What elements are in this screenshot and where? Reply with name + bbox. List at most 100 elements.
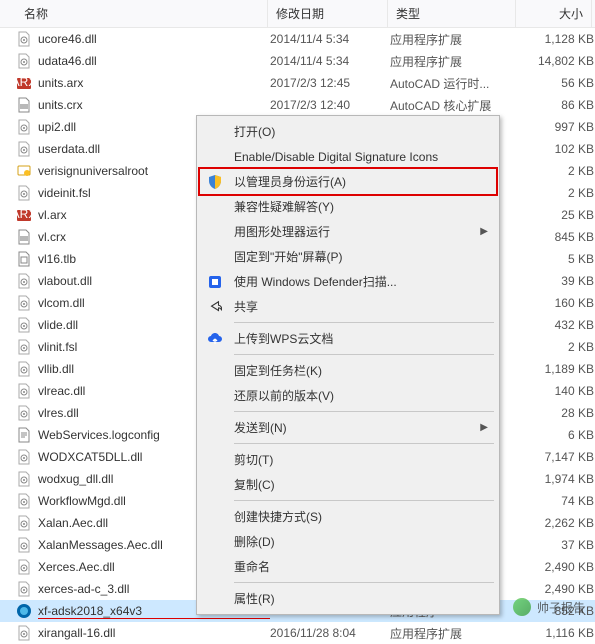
menu-open[interactable]: 打开(O)	[200, 119, 496, 144]
dll-file-icon	[16, 581, 32, 597]
dll-file-icon	[16, 625, 32, 641]
file-size: 37 KB	[518, 538, 594, 552]
menu-separator	[234, 322, 494, 323]
file-date: 2017/2/3 12:40	[270, 98, 390, 112]
header-date[interactable]: 修改日期	[268, 0, 388, 27]
txt-file-icon	[16, 427, 32, 443]
file-name: udata46.dll	[38, 54, 270, 68]
file-size: 25 KB	[518, 208, 594, 222]
menu-delete[interactable]: 删除(D)	[200, 529, 496, 554]
menu-run-as-admin[interactable]: 以管理员身份运行(A)	[200, 169, 496, 194]
menu-compat[interactable]: 兼容性疑难解答(Y)	[200, 194, 496, 219]
menu-defender[interactable]: 使用 Windows Defender扫描...	[200, 269, 496, 294]
menu-pin-taskbar[interactable]: 固定到任务栏(K)	[200, 358, 496, 383]
file-size: 160 KB	[518, 296, 594, 310]
file-row[interactable]: xirangall-16.dll2016/11/28 8:04应用程序扩展1,1…	[0, 622, 595, 644]
dll-file-icon	[16, 471, 32, 487]
header-name[interactable]: 名称	[16, 0, 268, 27]
menu-separator	[234, 354, 494, 355]
chevron-right-icon: ▶	[480, 422, 488, 433]
dll-file-icon	[16, 141, 32, 157]
file-name: units.arx	[38, 76, 270, 90]
menu-gpu[interactable]: 用图形处理器运行▶	[200, 219, 496, 244]
cert-file-icon	[16, 163, 32, 179]
file-name: ucore46.dll	[38, 32, 270, 46]
shield-icon	[206, 173, 224, 191]
menu-signature[interactable]: Enable/Disable Digital Signature Icons	[200, 144, 496, 169]
tlb-file-icon	[16, 251, 32, 267]
file-date: 2014/11/4 5:34	[270, 32, 390, 46]
file-size: 1,116 KB	[518, 626, 594, 640]
file-size: 7,147 KB	[518, 450, 594, 464]
watermark-icon	[513, 598, 531, 616]
exe-file-icon	[16, 603, 32, 619]
file-size: 39 KB	[518, 274, 594, 288]
chevron-right-icon: ▶	[480, 226, 488, 237]
watermark: 帅子报告	[513, 598, 585, 616]
svg-text:ARX: ARX	[16, 207, 32, 221]
file-size: 1,128 KB	[518, 32, 594, 46]
defender-icon	[206, 273, 224, 291]
menu-properties[interactable]: 属性(R)	[200, 586, 496, 611]
file-row[interactable]: udata46.dll2014/11/4 5:34应用程序扩展14,802 KB	[0, 50, 595, 72]
file-size: 14,802 KB	[518, 54, 594, 68]
file-size: 140 KB	[518, 384, 594, 398]
menu-wps[interactable]: 上传到WPS云文档	[200, 326, 496, 351]
file-type: AutoCAD 核心扩展	[390, 97, 518, 114]
file-size: 2 KB	[518, 186, 594, 200]
svg-text:ARX: ARX	[16, 75, 32, 89]
menu-share[interactable]: 共享	[200, 294, 496, 319]
menu-rename[interactable]: 重命名	[200, 554, 496, 579]
file-name: xirangall-16.dll	[38, 626, 270, 640]
file-size: 2,262 KB	[518, 516, 594, 530]
file-type: 应用程序扩展	[390, 31, 518, 48]
arx-file-icon: ARX	[16, 75, 32, 91]
dll-file-icon	[16, 383, 32, 399]
file-type: 应用程序扩展	[390, 625, 518, 642]
file-row[interactable]: ARX units.arx2017/2/3 12:45AutoCAD 运行时...…	[0, 72, 595, 94]
file-row[interactable]: ucore46.dll2014/11/4 5:34应用程序扩展1,128 KB	[0, 28, 595, 50]
file-size: 997 KB	[518, 120, 594, 134]
dll-file-icon	[16, 53, 32, 69]
file-size: 2,490 KB	[518, 560, 594, 574]
menu-copy[interactable]: 复制(C)	[200, 472, 496, 497]
column-headers: 名称 修改日期 类型 大小	[0, 0, 595, 28]
file-date: 2017/2/3 12:45	[270, 76, 390, 90]
dll-file-icon	[16, 295, 32, 311]
file-size: 102 KB	[518, 142, 594, 156]
dll-file-icon	[16, 119, 32, 135]
file-name: units.crx	[38, 98, 270, 112]
menu-restore[interactable]: 还原以前的版本(V)	[200, 383, 496, 408]
file-row[interactable]: units.crx2017/2/3 12:40AutoCAD 核心扩展86 KB	[0, 94, 595, 116]
crx-file-icon	[16, 97, 32, 113]
menu-separator	[234, 443, 494, 444]
dll-file-icon	[16, 361, 32, 377]
dll-file-icon	[16, 515, 32, 531]
share-icon	[206, 298, 224, 316]
dll-file-icon	[16, 273, 32, 289]
file-type: AutoCAD 运行时...	[390, 75, 518, 92]
menu-shortcut[interactable]: 创建快捷方式(S)	[200, 504, 496, 529]
dll-file-icon	[16, 493, 32, 509]
dll-file-icon	[16, 537, 32, 553]
file-size: 6 KB	[518, 428, 594, 442]
arx-file-icon: ARX	[16, 207, 32, 223]
file-size: 845 KB	[518, 230, 594, 244]
crx-file-icon	[16, 229, 32, 245]
dll-file-icon	[16, 31, 32, 47]
header-size[interactable]: 大小	[516, 0, 592, 27]
header-type[interactable]: 类型	[388, 0, 516, 27]
menu-cut[interactable]: 剪切(T)	[200, 447, 496, 472]
file-type: 应用程序扩展	[390, 53, 518, 70]
menu-separator	[234, 411, 494, 412]
file-size: 2 KB	[518, 340, 594, 354]
dll-file-icon	[16, 339, 32, 355]
file-size: 74 KB	[518, 494, 594, 508]
file-size: 432 KB	[518, 318, 594, 332]
file-size: 2,490 KB	[518, 582, 594, 596]
menu-sendto[interactable]: 发送到(N)▶	[200, 415, 496, 440]
menu-pin-start[interactable]: 固定到"开始"屏幕(P)	[200, 244, 496, 269]
dll-file-icon	[16, 559, 32, 575]
file-date: 2016/11/28 8:04	[270, 626, 390, 640]
menu-separator	[234, 500, 494, 501]
